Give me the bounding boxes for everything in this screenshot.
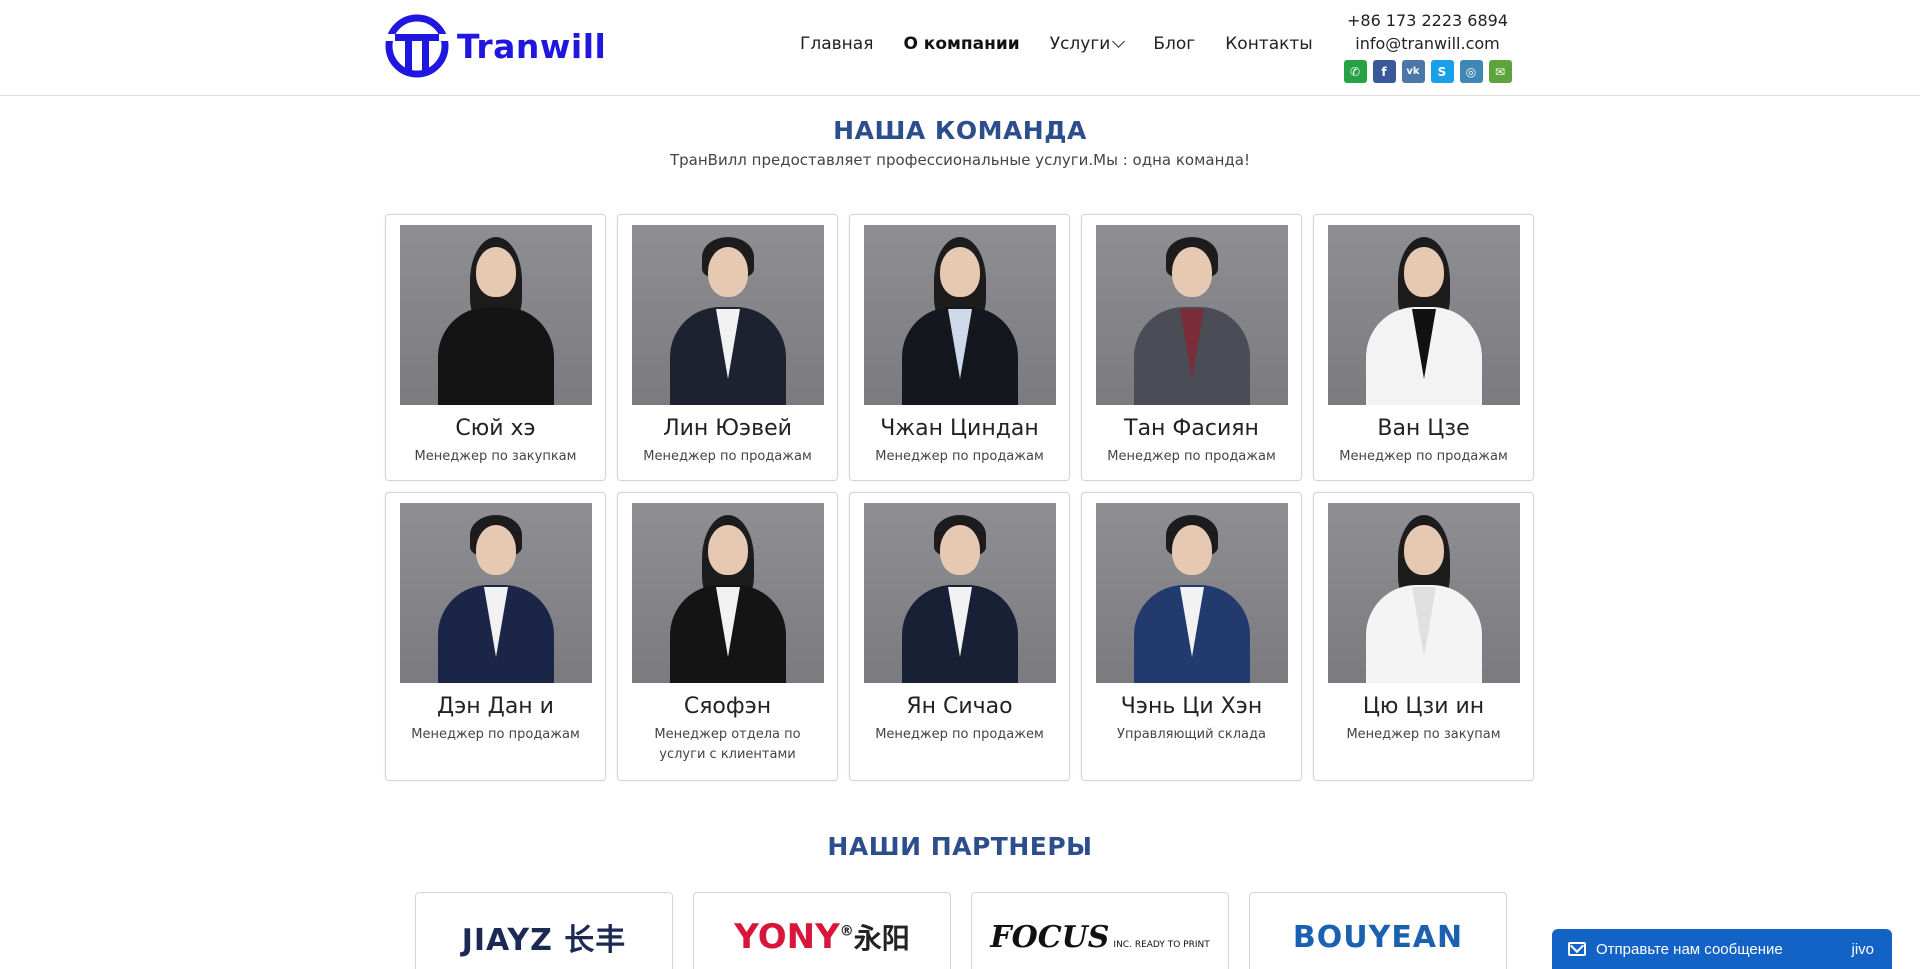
nav-item-services-label: Услуги xyxy=(1049,34,1111,54)
photo-head xyxy=(1172,247,1212,297)
partner-tagline: INC. READY TO PRINT xyxy=(1113,939,1210,950)
mail-icon[interactable]: ✉ xyxy=(1488,60,1512,83)
member-role: Менеджер по продажам xyxy=(1107,449,1276,464)
partner-logo-text: YONY®永阳 xyxy=(734,917,909,957)
member-name: Ван Цзе xyxy=(1377,416,1470,441)
member-photo xyxy=(1096,503,1288,683)
photo-body xyxy=(438,307,554,405)
member-name: Тан Фасиян xyxy=(1124,416,1259,441)
phone-link[interactable]: +86 173 2223 6894 xyxy=(1340,10,1515,32)
tranwill-logo-icon xyxy=(385,14,449,78)
member-name: Дэн Дан и xyxy=(437,694,554,719)
member-name: Цю Цзи ин xyxy=(1362,694,1485,719)
instagram-icon[interactable]: ◎ xyxy=(1459,60,1483,83)
team-card: Дэн Дан и Менеджер по продажам xyxy=(385,492,606,781)
member-role: Менеджер по продажам xyxy=(643,449,812,464)
partner-logo-text: FOCUS INC. READY TO PRINT xyxy=(990,920,1209,955)
member-photo xyxy=(632,225,824,405)
member-name: Лин Юэвей xyxy=(663,416,792,441)
registered-mark: ® xyxy=(839,923,854,940)
email-link[interactable]: info@tranwill.com xyxy=(1340,32,1515,56)
team-card: Сюй хэ Менеджер по закупкам xyxy=(385,214,606,481)
partner-logo-yony[interactable]: YONY®永阳 xyxy=(693,892,951,969)
chat-widget-button[interactable]: Отправьте нам сообщение jivo xyxy=(1552,929,1892,969)
partner-name-cn: 长丰 xyxy=(564,923,627,958)
team-title: НАША КОМАНДА xyxy=(833,116,1087,145)
main-nav: Главная О компании Услуги Блог Контакты xyxy=(800,34,1343,54)
member-photo xyxy=(864,225,1056,405)
partners-title: НАШИ ПАРТНЕРЫ xyxy=(827,832,1093,861)
photo-head xyxy=(476,525,516,575)
member-role: Менеджер по продажам xyxy=(875,449,1044,464)
team-card: Цю Цзи ин Менеджер по закупам xyxy=(1313,492,1534,781)
partner-logo-focus[interactable]: FOCUS INC. READY TO PRINT xyxy=(971,892,1229,969)
member-name: Чэнь Ци Хэн xyxy=(1120,694,1263,719)
team-card: Ян Сичао Менеджер по продажем xyxy=(849,492,1070,781)
jivo-brand: jivo xyxy=(1851,940,1874,958)
nav-item-blog[interactable]: Блог xyxy=(1153,34,1195,54)
photo-head xyxy=(1172,525,1212,575)
member-role: Менеджер по продажем xyxy=(875,727,1044,742)
nav-item-contacts[interactable]: Контакты xyxy=(1225,34,1313,54)
partner-name-cn: 永阳 xyxy=(853,922,910,955)
partner-name: JIAYZ xyxy=(461,923,553,958)
team-subtitle: ТранВилл предоставляет профессиональные … xyxy=(670,151,1250,169)
brand-logo[interactable]: Tranwill xyxy=(385,14,606,78)
nav-item-home[interactable]: Главная xyxy=(800,34,873,54)
facebook-icon[interactable]: f xyxy=(1372,60,1396,83)
nav-item-about[interactable]: О компании xyxy=(903,34,1019,54)
chat-label: Отправьте нам сообщение xyxy=(1596,940,1783,958)
team-card: Лин Юэвей Менеджер по продажам xyxy=(617,214,838,481)
photo-head xyxy=(708,525,748,575)
partner-name: BOUYEAN xyxy=(1292,919,1464,955)
photo-head xyxy=(708,247,748,297)
team-card: Чжан Циндан Менеджер по продажам xyxy=(849,214,1070,481)
partner-logo-text: JIAYZ 长丰 xyxy=(462,915,627,959)
member-name: Сяофэн xyxy=(683,694,772,719)
nav-item-services[interactable]: Услуги xyxy=(1049,34,1126,54)
vk-icon[interactable]: vk xyxy=(1401,60,1425,83)
member-role: Менеджер отдела по услуги с клиентами xyxy=(654,727,801,762)
whatsapp-icon[interactable]: ✆ xyxy=(1343,60,1367,83)
member-photo xyxy=(1096,225,1288,405)
member-role: Менеджер по закупкам xyxy=(414,449,577,464)
member-role: Менеджер по закупам xyxy=(1346,727,1501,742)
member-photo xyxy=(1328,503,1520,683)
team-grid: Сюй хэ Менеджер по закупкам Лин Юэвей Ме… xyxy=(385,214,1535,781)
partner-name: FOCUS xyxy=(990,919,1110,955)
team-card: Тан Фасиян Менеджер по продажам xyxy=(1081,214,1302,481)
partners-row: JIAYZ 长丰 YONY®永阳 FOCUS INC. READY TO PRIN… xyxy=(415,892,1507,969)
team-card: Ван Цзе Менеджер по продажам xyxy=(1313,214,1534,481)
photo-head xyxy=(940,525,980,575)
member-name: Чжан Циндан xyxy=(880,416,1039,441)
chevron-down-icon xyxy=(1112,35,1126,48)
partner-logo-jiayz[interactable]: JIAYZ 长丰 xyxy=(415,892,673,969)
member-photo xyxy=(400,503,592,683)
photo-head xyxy=(1404,247,1444,297)
member-photo xyxy=(1328,225,1520,405)
photo-head xyxy=(1404,525,1444,575)
site-header: Tranwill Главная О компании Услуги Блог … xyxy=(0,0,1920,96)
member-name: Сюй хэ xyxy=(455,416,536,441)
member-role: Управляющий склада xyxy=(1117,727,1266,742)
member-role: Менеджер по продажам xyxy=(411,727,580,742)
member-photo xyxy=(864,503,1056,683)
member-photo xyxy=(400,225,592,405)
social-links: ✆ f vk S ◎ ✉ xyxy=(1340,60,1515,83)
brand-name: Tranwill xyxy=(457,26,607,66)
team-card: Чэнь Ци Хэн Управляющий склада xyxy=(1081,492,1302,781)
skype-icon[interactable]: S xyxy=(1430,60,1454,83)
header-contact: +86 173 2223 6894 info@tranwill.com ✆ f … xyxy=(1340,10,1515,83)
member-name: Ян Сичао xyxy=(906,694,1013,719)
member-photo xyxy=(632,503,824,683)
member-role: Менеджер по продажам xyxy=(1339,449,1508,464)
team-card: Сяофэн Менеджер отдела по услуги с клиен… xyxy=(617,492,838,781)
partner-logo-bouyean[interactable]: BOUYEAN xyxy=(1249,892,1507,969)
photo-head xyxy=(940,247,980,297)
photo-head xyxy=(476,247,516,297)
partner-name: YONY xyxy=(734,917,840,957)
mail-icon xyxy=(1568,942,1586,956)
